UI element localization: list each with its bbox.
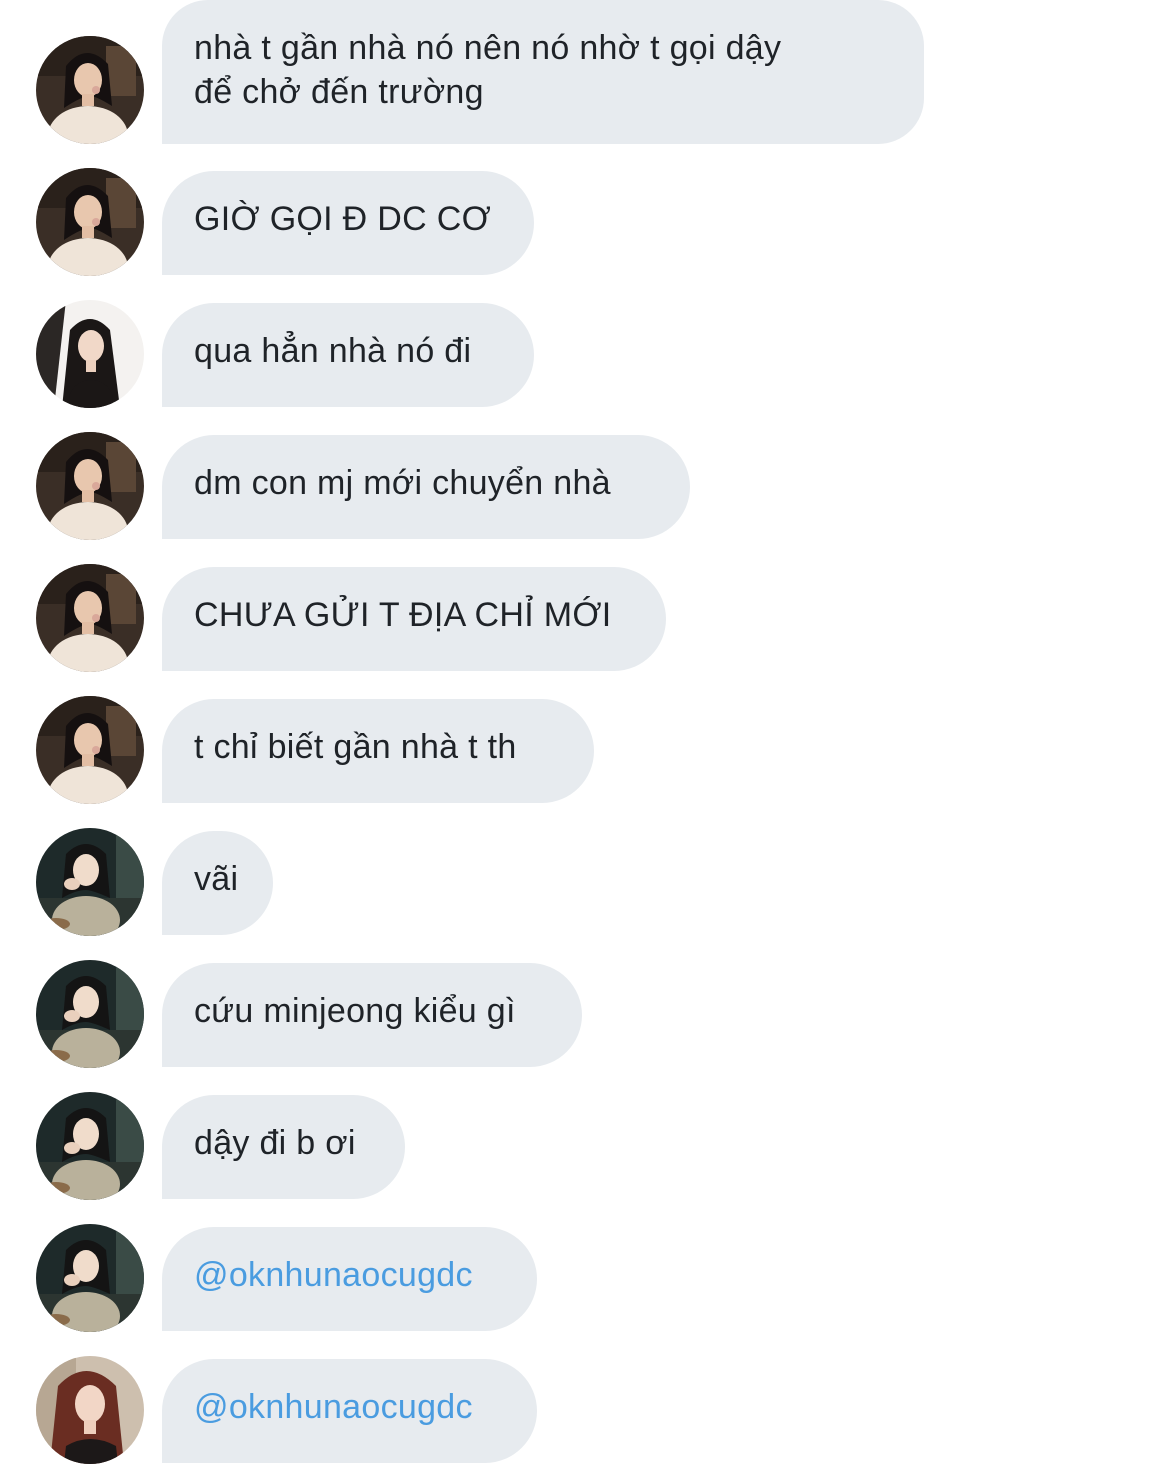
avatar[interactable]	[36, 828, 144, 936]
mention-link[interactable]: @oknhunaocugdc	[162, 1359, 537, 1463]
message-row: qua hẳn nhà nó đi	[0, 303, 1170, 407]
message-bubble[interactable]: CHƯA GỬI T ĐỊA CHỈ MỚI	[162, 567, 666, 671]
avatar[interactable]	[36, 1356, 144, 1464]
avatar-c-photo	[36, 828, 144, 936]
message-row: CHƯA GỬI T ĐỊA CHỈ MỚI	[0, 567, 1170, 671]
message-bubble[interactable]: GIỜ GỌI Đ DC CƠ	[162, 171, 534, 275]
avatar[interactable]	[36, 168, 144, 276]
message-bubble[interactable]: nhà t gần nhà nó nên nó nhờ t gọi dậy để…	[162, 0, 924, 144]
avatar[interactable]	[36, 1092, 144, 1200]
mention-link[interactable]: @oknhunaocugdc	[162, 1227, 537, 1331]
avatar[interactable]	[36, 960, 144, 1068]
message-row: cứu minjeong kiểu gì	[0, 963, 1170, 1067]
avatar-a-photo	[36, 564, 144, 672]
avatar-d-photo	[36, 1356, 144, 1464]
message-bubble[interactable]: t chỉ biết gần nhà t th	[162, 699, 594, 803]
message-bubble[interactable]: vãi	[162, 831, 273, 935]
message-row: @oknhunaocugdc	[0, 1359, 1170, 1463]
message-row: t chỉ biết gần nhà t th	[0, 699, 1170, 803]
avatar-a-photo	[36, 36, 144, 144]
avatar[interactable]	[36, 36, 144, 144]
avatar-c-photo	[36, 1092, 144, 1200]
avatar-c-photo	[36, 960, 144, 1068]
avatar-c-photo	[36, 1224, 144, 1332]
avatar[interactable]	[36, 1224, 144, 1332]
avatar-a-photo	[36, 432, 144, 540]
avatar[interactable]	[36, 432, 144, 540]
avatar-a-photo	[36, 696, 144, 804]
avatar[interactable]	[36, 564, 144, 672]
message-bubble[interactable]: qua hẳn nhà nó đi	[162, 303, 534, 407]
message-row: dậy đi b ơi	[0, 1095, 1170, 1199]
avatar[interactable]	[36, 696, 144, 804]
message-row: vãi	[0, 831, 1170, 935]
message-row: @oknhunaocugdc	[0, 1227, 1170, 1331]
message-row: nhà t gần nhà nó nên nó nhờ t gọi dậy để…	[0, 0, 1170, 144]
avatar[interactable]	[36, 300, 144, 408]
message-row: GIỜ GỌI Đ DC CƠ	[0, 171, 1170, 275]
avatar-b-photo	[36, 300, 144, 408]
message-bubble[interactable]: cứu minjeong kiểu gì	[162, 963, 582, 1067]
message-row: dm con mj mới chuyển nhà	[0, 435, 1170, 539]
message-bubble[interactable]: dm con mj mới chuyển nhà	[162, 435, 690, 539]
message-bubble[interactable]: dậy đi b ơi	[162, 1095, 405, 1199]
avatar-a-photo	[36, 168, 144, 276]
